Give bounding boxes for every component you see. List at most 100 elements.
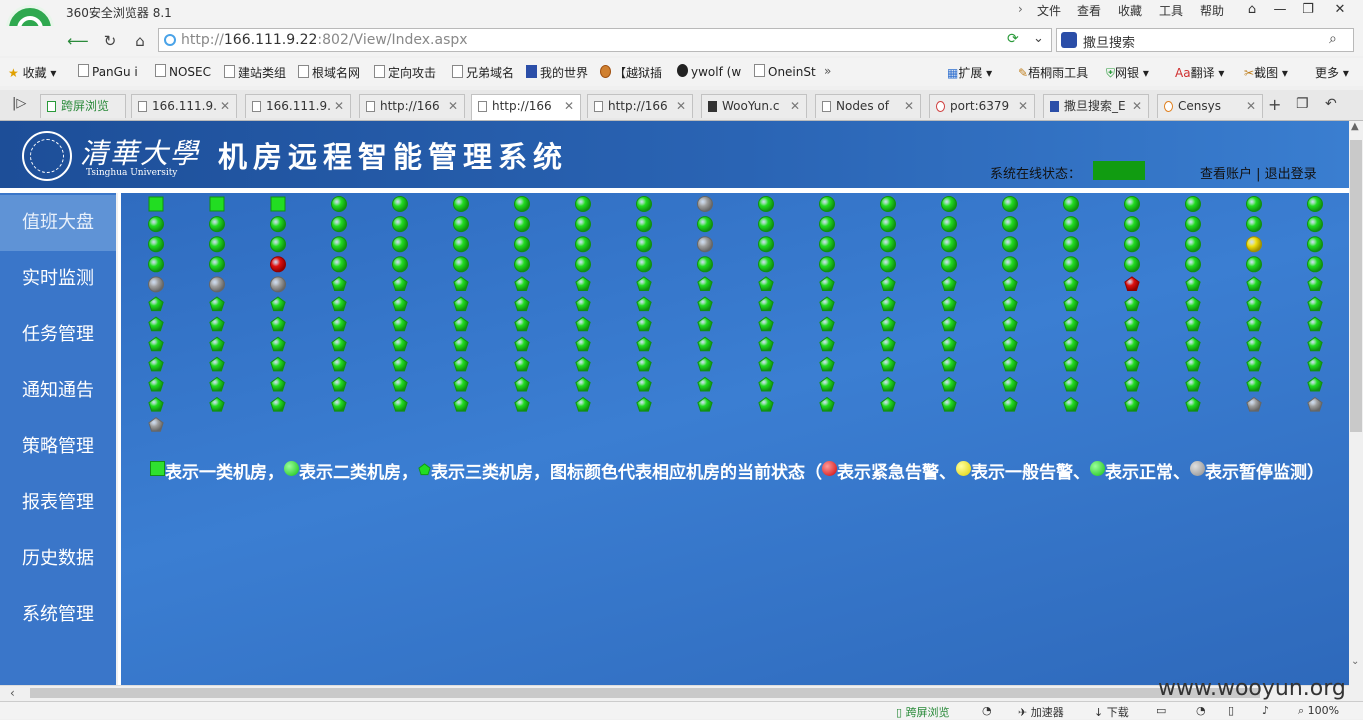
class3-room-normal-icon[interactable] [1124, 296, 1140, 312]
tab-item[interactable]: http://166 ✕ [587, 94, 693, 118]
class3-room-normal-icon[interactable] [636, 376, 652, 392]
bookmark-item[interactable]: 建站类组 [224, 64, 286, 81]
speed-mode-icon[interactable]: ⟳ [1007, 31, 1019, 47]
class3-room-normal-icon[interactable] [392, 376, 408, 392]
class2-room-normal-icon[interactable] [209, 256, 225, 273]
class2-room-normal-icon[interactable] [1124, 196, 1140, 212]
class3-room-normal-icon[interactable] [880, 336, 896, 352]
class2-room-paused-icon[interactable] [697, 236, 713, 253]
class3-room-normal-icon[interactable] [148, 356, 164, 372]
class3-room-normal-icon[interactable] [575, 396, 591, 412]
class2-room-normal-icon[interactable] [758, 216, 774, 233]
close-icon[interactable]: ✕ [448, 95, 458, 117]
class3-room-normal-icon[interactable] [1185, 276, 1201, 291]
class3-room-paused-icon[interactable] [1307, 396, 1323, 412]
class3-room-normal-icon[interactable] [148, 376, 164, 392]
class2-room-normal-icon[interactable] [697, 256, 713, 273]
class3-room-normal-icon[interactable] [941, 336, 957, 352]
class2-room-normal-icon[interactable] [148, 256, 164, 273]
class3-room-normal-icon[interactable] [514, 356, 530, 372]
class2-room-normal-icon[interactable] [270, 216, 286, 233]
class3-room-normal-icon[interactable] [819, 396, 835, 412]
class3-room-normal-icon[interactable] [270, 356, 286, 372]
class3-room-normal-icon[interactable] [575, 276, 591, 291]
class3-room-normal-icon[interactable] [636, 356, 652, 372]
class3-room-normal-icon[interactable] [636, 296, 652, 312]
tab-item[interactable]: WooYun.c ✕ [701, 94, 807, 118]
class2-room-normal-icon[interactable] [1307, 236, 1323, 253]
class2-room-normal-icon[interactable] [514, 196, 530, 212]
class3-room-normal-icon[interactable] [453, 356, 469, 372]
tab-item[interactable]: port:6379 ✕ [929, 94, 1035, 118]
class3-room-normal-icon[interactable] [148, 316, 164, 332]
class3-room-normal-icon[interactable] [331, 336, 347, 352]
class2-room-normal-icon[interactable] [1185, 256, 1201, 273]
class3-room-normal-icon[interactable] [758, 296, 774, 312]
class2-room-normal-icon[interactable] [209, 236, 225, 253]
class3-room-normal-icon[interactable] [1063, 356, 1079, 372]
class2-room-paused-icon[interactable] [209, 276, 225, 293]
minimize-button[interactable]: — [1266, 0, 1294, 20]
class3-room-normal-icon[interactable] [514, 296, 530, 312]
menu-file[interactable]: 文件 [1037, 2, 1061, 19]
class3-room-normal-icon[interactable] [819, 276, 835, 291]
class2-room-normal-icon[interactable] [453, 236, 469, 253]
class2-room-normal-icon[interactable] [453, 216, 469, 233]
class3-room-normal-icon[interactable] [819, 336, 835, 352]
class3-room-normal-icon[interactable] [1002, 336, 1018, 352]
class2-room-normal-icon[interactable] [880, 216, 896, 233]
class3-room-normal-icon[interactable] [1307, 316, 1323, 332]
class2-room-normal-icon[interactable] [758, 196, 774, 212]
skin-icon[interactable]: ⌂ [1238, 0, 1266, 20]
class3-room-normal-icon[interactable] [636, 396, 652, 412]
class3-room-normal-icon[interactable] [941, 276, 957, 291]
class3-room-normal-icon[interactable] [209, 376, 225, 392]
class3-room-normal-icon[interactable] [575, 376, 591, 392]
class3-room-normal-icon[interactable] [453, 336, 469, 352]
class3-room-normal-icon[interactable] [758, 316, 774, 332]
translate-button[interactable]: Aa翻译 ▾ [1175, 64, 1224, 81]
sidebar-item-policies[interactable]: 策略管理 [0, 419, 116, 475]
new-tab-button[interactable]: + [1268, 95, 1281, 114]
class2-room-normal-icon[interactable] [1124, 256, 1140, 273]
class2-room-normal-icon[interactable] [941, 256, 957, 273]
class3-room-normal-icon[interactable] [1185, 376, 1201, 392]
class2-room-normal-icon[interactable] [1002, 236, 1018, 253]
class3-room-normal-icon[interactable] [575, 316, 591, 332]
class3-room-paused-icon[interactable] [1246, 396, 1262, 412]
speed-icon[interactable]: ◔ [982, 704, 992, 717]
class2-room-normal-icon[interactable] [1063, 216, 1079, 233]
class3-room-normal-icon[interactable] [331, 356, 347, 372]
refresh-status-icon[interactable]: ◔ [1196, 704, 1206, 717]
class3-room-normal-icon[interactable] [758, 396, 774, 412]
class3-room-normal-icon[interactable] [1063, 376, 1079, 392]
class2-room-normal-icon[interactable] [636, 196, 652, 212]
class2-room-normal-icon[interactable] [392, 236, 408, 253]
close-icon[interactable]: ✕ [220, 95, 230, 117]
class3-room-normal-icon[interactable] [1124, 336, 1140, 352]
class2-room-normal-icon[interactable] [148, 236, 164, 253]
class2-room-normal-icon[interactable] [819, 196, 835, 212]
class2-room-normal-icon[interactable] [392, 256, 408, 273]
class2-room-normal-icon[interactable] [453, 196, 469, 212]
class3-room-normal-icon[interactable] [880, 396, 896, 412]
class3-room-normal-icon[interactable] [1002, 316, 1018, 332]
bookmark-item[interactable]: PanGu i [78, 64, 138, 79]
class3-room-normal-icon[interactable] [514, 336, 530, 352]
class3-room-normal-icon[interactable] [453, 376, 469, 392]
class3-room-normal-icon[interactable] [880, 356, 896, 372]
class3-room-normal-icon[interactable] [880, 276, 896, 291]
device-icon[interactable]: ▯ [1228, 704, 1234, 717]
class3-room-normal-icon[interactable] [148, 396, 164, 412]
class2-room-normal-icon[interactable] [575, 196, 591, 212]
class2-room-normal-icon[interactable] [1124, 236, 1140, 253]
sidebar-toggle-icon[interactable]: |▷ [12, 96, 26, 111]
tab-item[interactable]: Nodes of ✕ [815, 94, 921, 118]
class3-room-normal-icon[interactable] [514, 276, 530, 291]
class3-room-normal-icon[interactable] [575, 336, 591, 352]
class3-room-normal-icon[interactable] [880, 376, 896, 392]
scroll-down-icon[interactable]: ⌄ [1351, 656, 1359, 667]
class3-room-normal-icon[interactable] [758, 356, 774, 372]
class3-room-normal-icon[interactable] [209, 336, 225, 352]
class3-room-normal-icon[interactable] [941, 376, 957, 392]
